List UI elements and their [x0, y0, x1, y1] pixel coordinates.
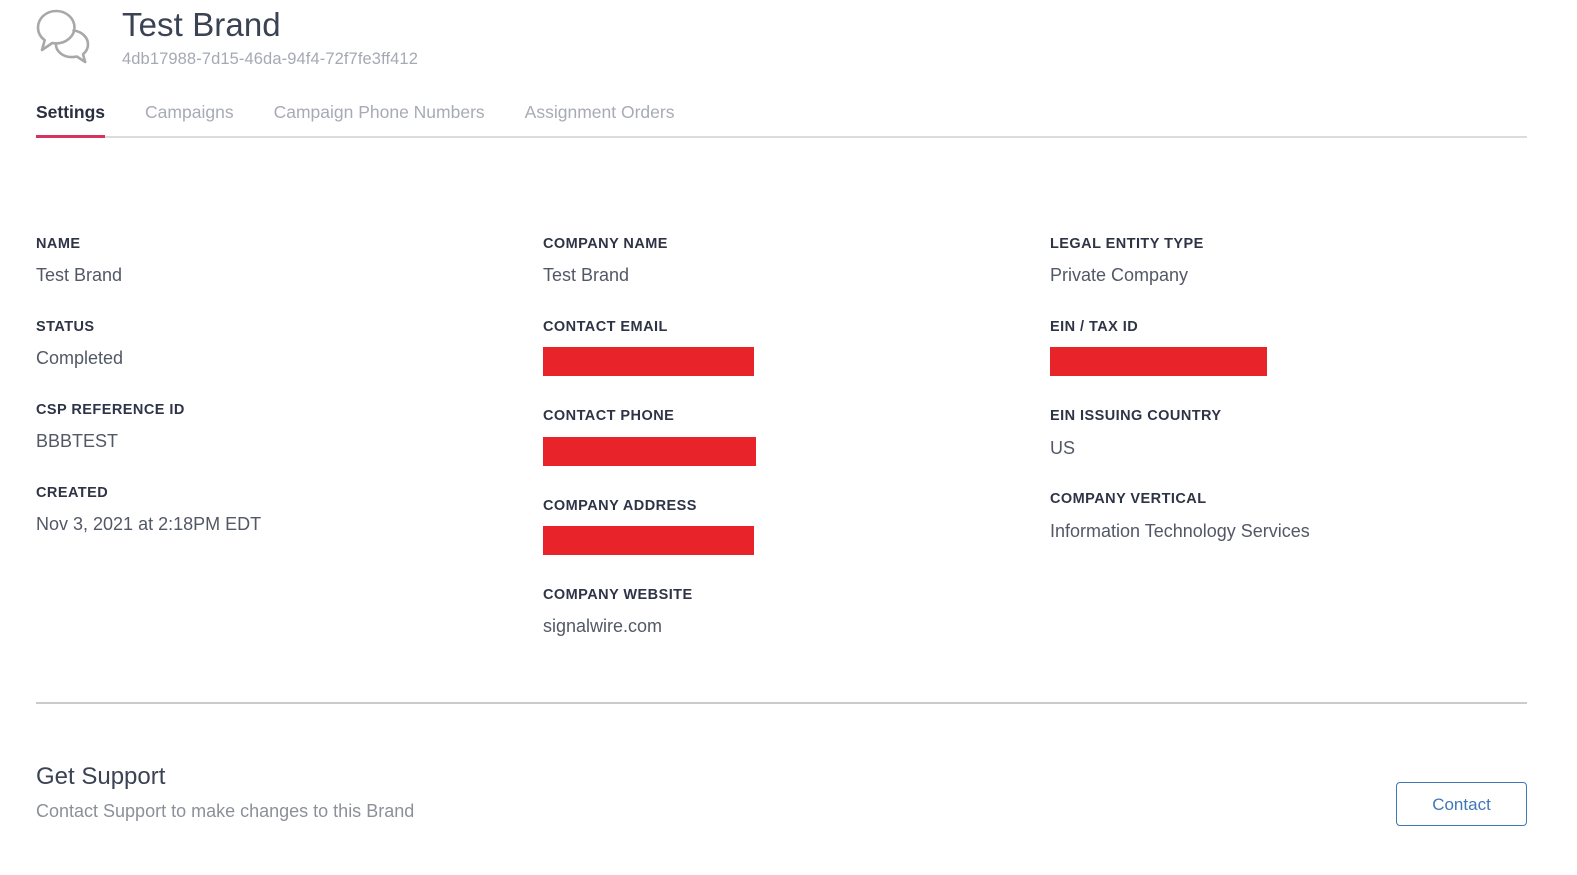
field-label-name: NAME — [36, 236, 543, 253]
field-value-company-vertical: Information Technology Services — [1050, 520, 1527, 543]
chat-bubbles-icon — [36, 8, 108, 70]
get-support-section: Get Support Contact Support to make chan… — [36, 760, 1527, 826]
details-column-2: COMPANY NAME Test Brand CONTACT EMAIL CO… — [543, 236, 1050, 670]
field-label-company-address: COMPANY ADDRESS — [543, 498, 1050, 515]
field-legal-entity-type: LEGAL ENTITY TYPE Private Company — [1050, 236, 1527, 287]
field-label-legal-entity-type: LEGAL ENTITY TYPE — [1050, 236, 1527, 253]
redaction-bar-contact-phone — [543, 437, 756, 466]
field-contact-email: CONTACT EMAIL — [543, 319, 1050, 376]
brand-uuid: 4db17988-7d15-46da-94f4-72f7fe3ff412 — [122, 49, 418, 70]
field-created: CREATED Nov 3, 2021 at 2:18PM EDT — [36, 485, 543, 536]
field-value-company-website: signalwire.com — [543, 615, 1050, 638]
field-label-company-vertical: COMPANY VERTICAL — [1050, 491, 1527, 508]
contact-button[interactable]: Contact — [1396, 782, 1527, 826]
tab-bar: Settings Campaigns Campaign Phone Number… — [36, 104, 1527, 138]
page-title: Test Brand — [122, 5, 418, 45]
redaction-bar-contact-email — [543, 347, 754, 376]
redaction-bar-ein-tax-id — [1050, 347, 1267, 376]
tab-settings[interactable]: Settings — [36, 104, 105, 136]
field-value-ein-issuing-country: US — [1050, 437, 1527, 460]
field-value-name: Test Brand — [36, 264, 543, 287]
field-csp-reference-id: CSP REFERENCE ID BBBTEST — [36, 402, 543, 453]
field-value-csp-reference-id: BBBTEST — [36, 430, 543, 453]
field-label-contact-email: CONTACT EMAIL — [543, 319, 1050, 336]
header-text-block: Test Brand 4db17988-7d15-46da-94f4-72f7f… — [122, 4, 418, 70]
field-label-ein-tax-id: EIN / TAX ID — [1050, 319, 1527, 336]
tab-assignment-orders[interactable]: Assignment Orders — [525, 104, 675, 136]
details-column-3: LEGAL ENTITY TYPE Private Company EIN / … — [1050, 236, 1527, 670]
field-label-ein-issuing-country: EIN ISSUING COUNTRY — [1050, 408, 1527, 425]
field-company-address: COMPANY ADDRESS — [543, 498, 1050, 555]
support-description: Contact Support to make changes to this … — [36, 800, 414, 823]
field-ein-tax-id: EIN / TAX ID — [1050, 319, 1527, 376]
field-value-company-name: Test Brand — [543, 264, 1050, 287]
support-title: Get Support — [36, 763, 414, 792]
page-header: Test Brand 4db17988-7d15-46da-94f4-72f7f… — [36, 4, 418, 70]
field-company-name: COMPANY NAME Test Brand — [543, 236, 1050, 287]
field-label-created: CREATED — [36, 485, 543, 502]
field-contact-phone: CONTACT PHONE — [543, 408, 1050, 465]
brand-details-grid: NAME Test Brand STATUS Completed CSP REF… — [36, 236, 1527, 670]
field-name: NAME Test Brand — [36, 236, 543, 287]
field-company-website: COMPANY WEBSITE signalwire.com — [543, 587, 1050, 638]
field-label-company-name: COMPANY NAME — [543, 236, 1050, 253]
tab-campaigns[interactable]: Campaigns — [145, 104, 234, 136]
field-label-company-website: COMPANY WEBSITE — [543, 587, 1050, 604]
section-divider — [36, 702, 1527, 704]
field-company-vertical: COMPANY VERTICAL Information Technology … — [1050, 491, 1527, 542]
field-ein-issuing-country: EIN ISSUING COUNTRY US — [1050, 408, 1527, 459]
details-column-1: NAME Test Brand STATUS Completed CSP REF… — [36, 236, 543, 670]
field-label-status: STATUS — [36, 319, 543, 336]
field-label-contact-phone: CONTACT PHONE — [543, 408, 1050, 425]
field-value-status: Completed — [36, 347, 543, 370]
tab-campaign-phone-numbers[interactable]: Campaign Phone Numbers — [274, 104, 485, 136]
field-value-legal-entity-type: Private Company — [1050, 264, 1527, 287]
field-label-csp-reference-id: CSP REFERENCE ID — [36, 402, 543, 419]
redaction-bar-company-address — [543, 526, 754, 555]
support-text-block: Get Support Contact Support to make chan… — [36, 760, 414, 822]
field-status: STATUS Completed — [36, 319, 543, 370]
field-value-created: Nov 3, 2021 at 2:18PM EDT — [36, 513, 543, 536]
